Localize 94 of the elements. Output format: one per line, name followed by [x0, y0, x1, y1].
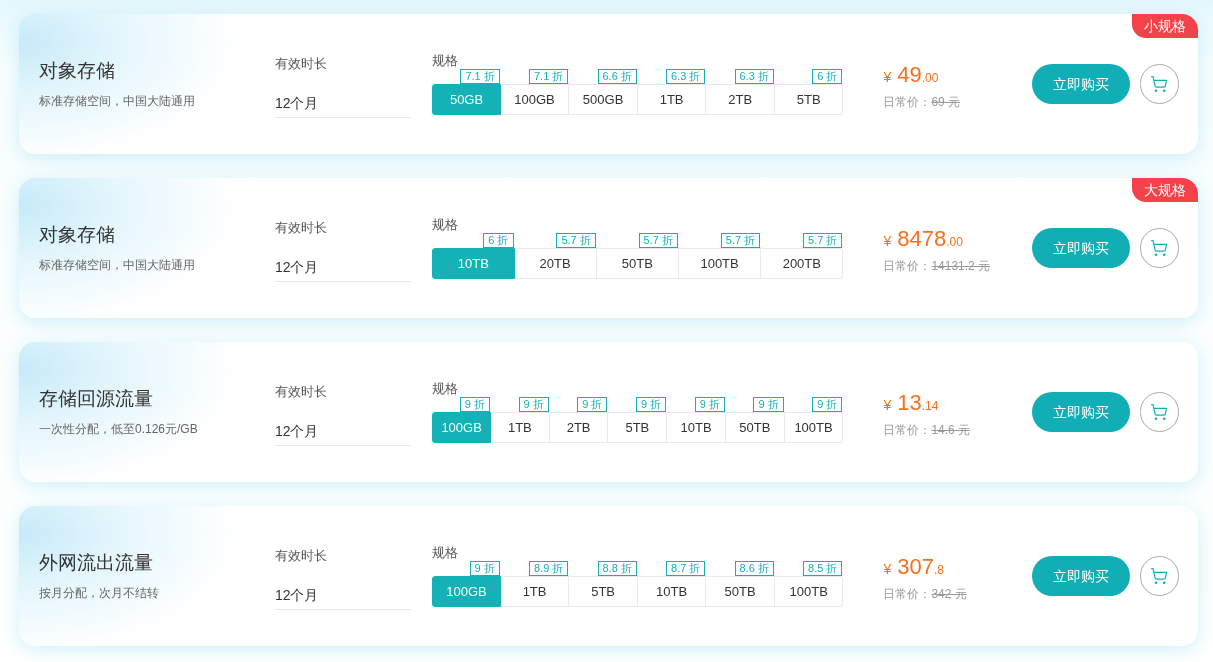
product-title: 对象存储 — [39, 59, 116, 83]
price-integer: 307 — [897, 554, 934, 580]
spec-option[interactable]: 50TB — [596, 248, 679, 279]
cart-button[interactable] — [1139, 556, 1179, 596]
duration-label: 有效时长 — [274, 54, 328, 73]
product-subtitle: 一次性分配，低至0.126元/GB — [39, 421, 199, 437]
spec-option[interactable]: 20TB — [514, 248, 597, 279]
cart-button[interactable] — [1139, 64, 1179, 104]
discount-tag: 9 折 — [469, 561, 500, 576]
cart-button[interactable] — [1139, 392, 1179, 432]
size-badge: 小规格 — [1132, 14, 1198, 38]
duration-label: 有效时长 — [274, 218, 328, 237]
discount-tag: 9 折 — [636, 397, 667, 412]
discount-tag: 5.7 折 — [556, 233, 596, 248]
spec-option[interactable]: 500GB — [569, 84, 638, 115]
spec-option[interactable]: 2TB — [706, 84, 775, 115]
spec-label: 规格 — [432, 381, 460, 397]
discount-tag: 9 折 — [459, 397, 490, 412]
discount-tag: 9 折 — [694, 397, 725, 412]
discount-tag: 6.3 折 — [734, 69, 774, 84]
regular-price: 342 元 — [931, 586, 967, 602]
discount-tag: 6.6 折 — [597, 69, 637, 84]
discount-tag: 5.7 折 — [720, 233, 761, 248]
price-decimal: .8 — [933, 562, 944, 579]
product-title: 存储回源流量 — [39, 387, 154, 411]
spec-option[interactable]: 10TB — [667, 412, 726, 443]
product-title: 对象存储 — [39, 223, 116, 247]
price-integer: 13 — [897, 390, 922, 416]
spec-option[interactable]: 1TB — [637, 84, 707, 115]
discount-tag: 6.3 折 — [666, 69, 706, 84]
discount-tag: 5.7 折 — [803, 233, 843, 248]
product-title: 外网流出流量 — [39, 551, 154, 575]
spec-label: 规格 — [432, 545, 460, 561]
currency-symbol: ¥ — [883, 68, 892, 87]
discount-tag: 9 折 — [577, 397, 608, 412]
spec-option[interactable]: 5TB — [774, 84, 844, 115]
spec-option[interactable]: 200TB — [761, 248, 844, 279]
discount-tag: 9 折 — [812, 397, 843, 412]
product-subtitle: 按月分配，次月不结转 — [39, 585, 160, 601]
discount-tag: 8.8 折 — [597, 561, 637, 576]
spec-option[interactable]: 100TB — [678, 248, 762, 279]
price-integer: 8478 — [897, 226, 947, 252]
regular-price-label: 日常价： — [883, 586, 932, 602]
duration-label: 有效时长 — [274, 382, 328, 401]
cart-icon — [1150, 75, 1169, 93]
size-badge: 大规格 — [1132, 178, 1198, 202]
cart-icon — [1150, 239, 1169, 257]
product-subtitle: 标准存储空间，中国大陆通用 — [39, 257, 196, 273]
discount-tag: 6 折 — [812, 69, 843, 84]
price-decimal: .00 — [921, 71, 939, 87]
spec-option[interactable]: 10TB — [637, 576, 707, 607]
spec-option[interactable]: 5TB — [569, 576, 638, 607]
product-subtitle: 标准存储空间，中国大陆通用 — [39, 93, 196, 109]
spec-option[interactable]: 1TB — [500, 576, 570, 607]
duration-field[interactable]: 12个月 — [274, 417, 412, 446]
discount-tag: 9 折 — [753, 397, 784, 412]
discount-tag: 7.1 折 — [460, 69, 500, 84]
spec-option[interactable]: 100GB — [500, 84, 570, 115]
regular-price-label: 日常价： — [883, 422, 932, 438]
discount-tag: 6 折 — [483, 233, 514, 248]
spec-option[interactable]: 5TB — [608, 412, 668, 443]
price-decimal: .00 — [946, 235, 963, 251]
price-decimal: .14 — [921, 399, 939, 415]
regular-price: 69 元 — [931, 94, 961, 110]
spec-option[interactable]: 100TB — [774, 576, 844, 607]
spec-option[interactable]: 50TB — [725, 412, 785, 443]
duration-field[interactable]: 12个月 — [274, 581, 412, 610]
discount-tag: 9 折 — [518, 397, 549, 412]
currency-symbol: ¥ — [883, 560, 892, 579]
spec-option[interactable]: 1TB — [491, 412, 550, 443]
currency-symbol: ¥ — [883, 396, 892, 415]
duration-field[interactable]: 12个月 — [274, 253, 412, 282]
discount-tag: 8.5 折 — [803, 561, 843, 576]
price-integer: 49 — [897, 62, 922, 88]
spec-option[interactable]: 50TB — [706, 576, 775, 607]
currency-symbol: ¥ — [883, 232, 892, 251]
discount-tag: 8.7 折 — [666, 561, 706, 576]
spec-option[interactable]: 2TB — [549, 412, 609, 443]
discount-tag: 5.7 折 — [638, 233, 678, 248]
spec-label: 规格 — [432, 53, 460, 69]
cart-button[interactable] — [1139, 228, 1179, 268]
discount-tag: 7.1 折 — [528, 69, 569, 84]
duration-label: 有效时长 — [274, 546, 328, 565]
regular-price: 14131.2 元 — [931, 258, 991, 274]
regular-price: 14.6 元 — [931, 422, 971, 438]
spec-option[interactable]: 100TB — [784, 412, 844, 443]
duration-field[interactable]: 12个月 — [274, 89, 412, 118]
discount-tag: 8.6 折 — [734, 561, 774, 576]
cart-icon — [1150, 567, 1169, 585]
regular-price-label: 日常价： — [883, 258, 932, 274]
regular-price-label: 日常价： — [883, 94, 932, 110]
discount-tag: 8.9 折 — [528, 561, 569, 576]
cart-icon — [1150, 403, 1169, 421]
spec-label: 规格 — [432, 217, 460, 233]
